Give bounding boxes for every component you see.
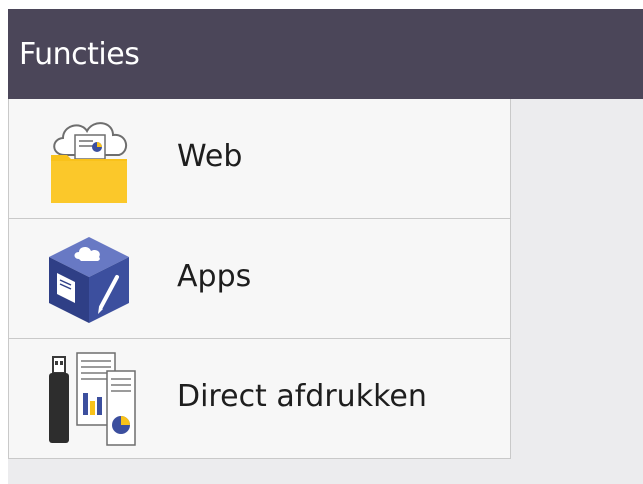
menu-item-apps[interactable]: Apps — [8, 219, 511, 339]
menu-item-web[interactable]: Web — [8, 99, 511, 219]
function-list: Web Apps Direct afdrukken — [8, 99, 511, 459]
cloud-folder-icon — [41, 111, 137, 207]
menu-item-label: Direct afdrukken — [177, 379, 427, 414]
header-bar: Functies — [8, 9, 643, 99]
page-title: Functies — [19, 37, 140, 72]
menu-item-label: Apps — [177, 259, 252, 294]
menu-item-label: Web — [177, 139, 243, 174]
touchscreen: Functies Web Apps Direct afdrukken — [8, 9, 643, 484]
usb-print-icon — [41, 351, 137, 447]
apps-cube-icon — [41, 231, 137, 327]
menu-item-direct-print[interactable]: Direct afdrukken — [8, 339, 511, 459]
